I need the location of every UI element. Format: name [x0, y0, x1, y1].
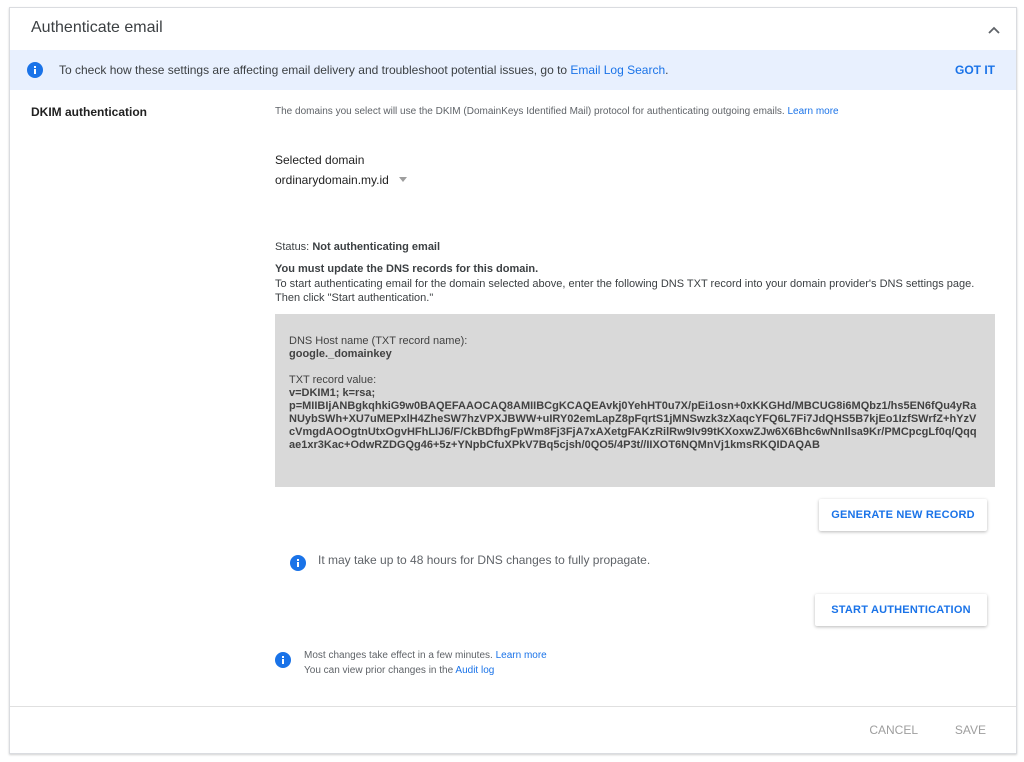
- banner-text: To check how these settings are affectin…: [59, 63, 668, 77]
- changes-note-text: Most changes take effect in a few minute…: [304, 650, 493, 661]
- dns-host-value: google._domainkey: [289, 348, 392, 360]
- domain-select[interactable]: ordinarydomain.my.id: [275, 173, 407, 187]
- txt-record-value: p=MIIBIjANBgkqhkiG9w0BAQEFAAOCAQ8AMIIBCg…: [289, 400, 977, 451]
- selected-domain-label: Selected domain: [275, 153, 365, 167]
- changes-note-line2: You can view prior changes in the Audit …: [304, 665, 494, 676]
- dkim-description-text: The domains you select will use the DKIM…: [275, 106, 785, 117]
- info-icon: [275, 652, 291, 668]
- dropdown-arrow-icon[interactable]: [398, 177, 407, 182]
- save-button[interactable]: SAVE: [955, 723, 986, 737]
- info-icon: [290, 555, 306, 571]
- learn-more-link[interactable]: Learn more: [787, 106, 838, 117]
- dns-host-label: DNS Host name (TXT record name):: [289, 335, 468, 347]
- authenticate-email-card: Authenticate email To check how these se…: [9, 7, 1017, 754]
- propagation-note-text: It may take up to 48 hours for DNS chang…: [318, 553, 651, 567]
- generate-new-record-button[interactable]: GENERATE NEW RECORD: [819, 499, 987, 531]
- changes-learn-more-link[interactable]: Learn more: [496, 650, 547, 661]
- email-log-search-link[interactable]: Email Log Search: [570, 63, 665, 77]
- audit-log-link[interactable]: Audit log: [455, 665, 494, 676]
- banner-message: To check how these settings are affectin…: [59, 63, 568, 77]
- status-value: Not authenticating email: [312, 241, 441, 253]
- changes-note-line1: Most changes take effect in a few minute…: [304, 650, 547, 661]
- info-banner: To check how these settings are affectin…: [10, 50, 1016, 90]
- card-header[interactable]: Authenticate email: [10, 8, 1016, 51]
- domain-select-value: ordinarydomain.my.id: [275, 173, 389, 187]
- start-authentication-button[interactable]: START AUTHENTICATION: [815, 594, 987, 626]
- instructions-text: To start authenticating email for the do…: [275, 278, 975, 304]
- dns-record-box: DNS Host name (TXT record name): google.…: [275, 314, 995, 487]
- must-update-heading: You must update the DNS records for this…: [275, 263, 539, 275]
- txt-record-label: TXT record value:: [289, 374, 377, 386]
- audit-note-text: You can view prior changes in the: [304, 665, 454, 676]
- info-icon: [27, 62, 43, 78]
- txt-record-line1: v=DKIM1; k=rsa;: [289, 387, 376, 399]
- status-label: Status:: [275, 241, 310, 253]
- dns-record-content: DNS Host name (TXT record name): google.…: [289, 335, 981, 452]
- banner-period: .: [665, 63, 669, 77]
- cancel-button[interactable]: CANCEL: [869, 723, 918, 737]
- card-title: Authenticate email: [31, 19, 163, 36]
- status-line: Status: Not authenticating email: [275, 241, 440, 253]
- chevron-up-icon[interactable]: [986, 22, 1002, 38]
- dkim-description: The domains you select will use the DKIM…: [275, 106, 839, 117]
- dkim-section-label: DKIM authentication: [31, 105, 147, 119]
- card-footer: CANCEL SAVE: [10, 706, 1016, 754]
- got-it-button[interactable]: GOT IT: [955, 63, 995, 77]
